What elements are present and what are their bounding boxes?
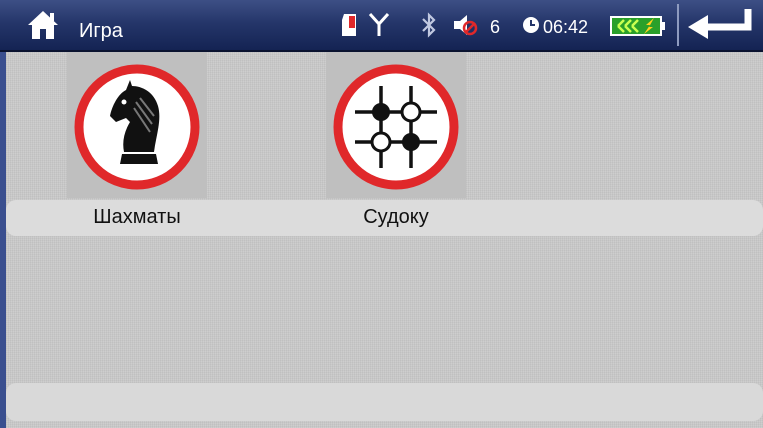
sd-card-icon [342,14,356,36]
chess-knight-icon [74,64,200,190]
app-sudoku[interactable]: Судоку [326,52,466,234]
volume-muted-icon [454,15,478,36]
app-tile [326,52,466,198]
page-title: Игра [79,20,123,42]
back-button[interactable] [680,3,761,47]
sudoku-icon [333,64,459,190]
back-arrow-icon [688,9,752,39]
status-bar: Игра 6 06:42 [0,0,763,52]
antenna-icon [368,12,390,36]
home-icon [28,11,58,39]
bluetooth-count: 6 [490,17,501,37]
battery-charging-icon [610,16,665,36]
home-button[interactable] [26,9,60,41]
clock-time: 06:42 [543,17,589,37]
app-tile [67,52,207,198]
bottom-band [6,383,763,421]
bluetooth-icon [422,12,436,38]
bar-divider [677,4,679,46]
app-chess[interactable]: Шахматы [67,52,207,234]
app-label-sudoku: Судоку [363,206,429,228]
clock-icon [523,17,539,33]
app-label-chess: Шахматы [93,206,181,228]
